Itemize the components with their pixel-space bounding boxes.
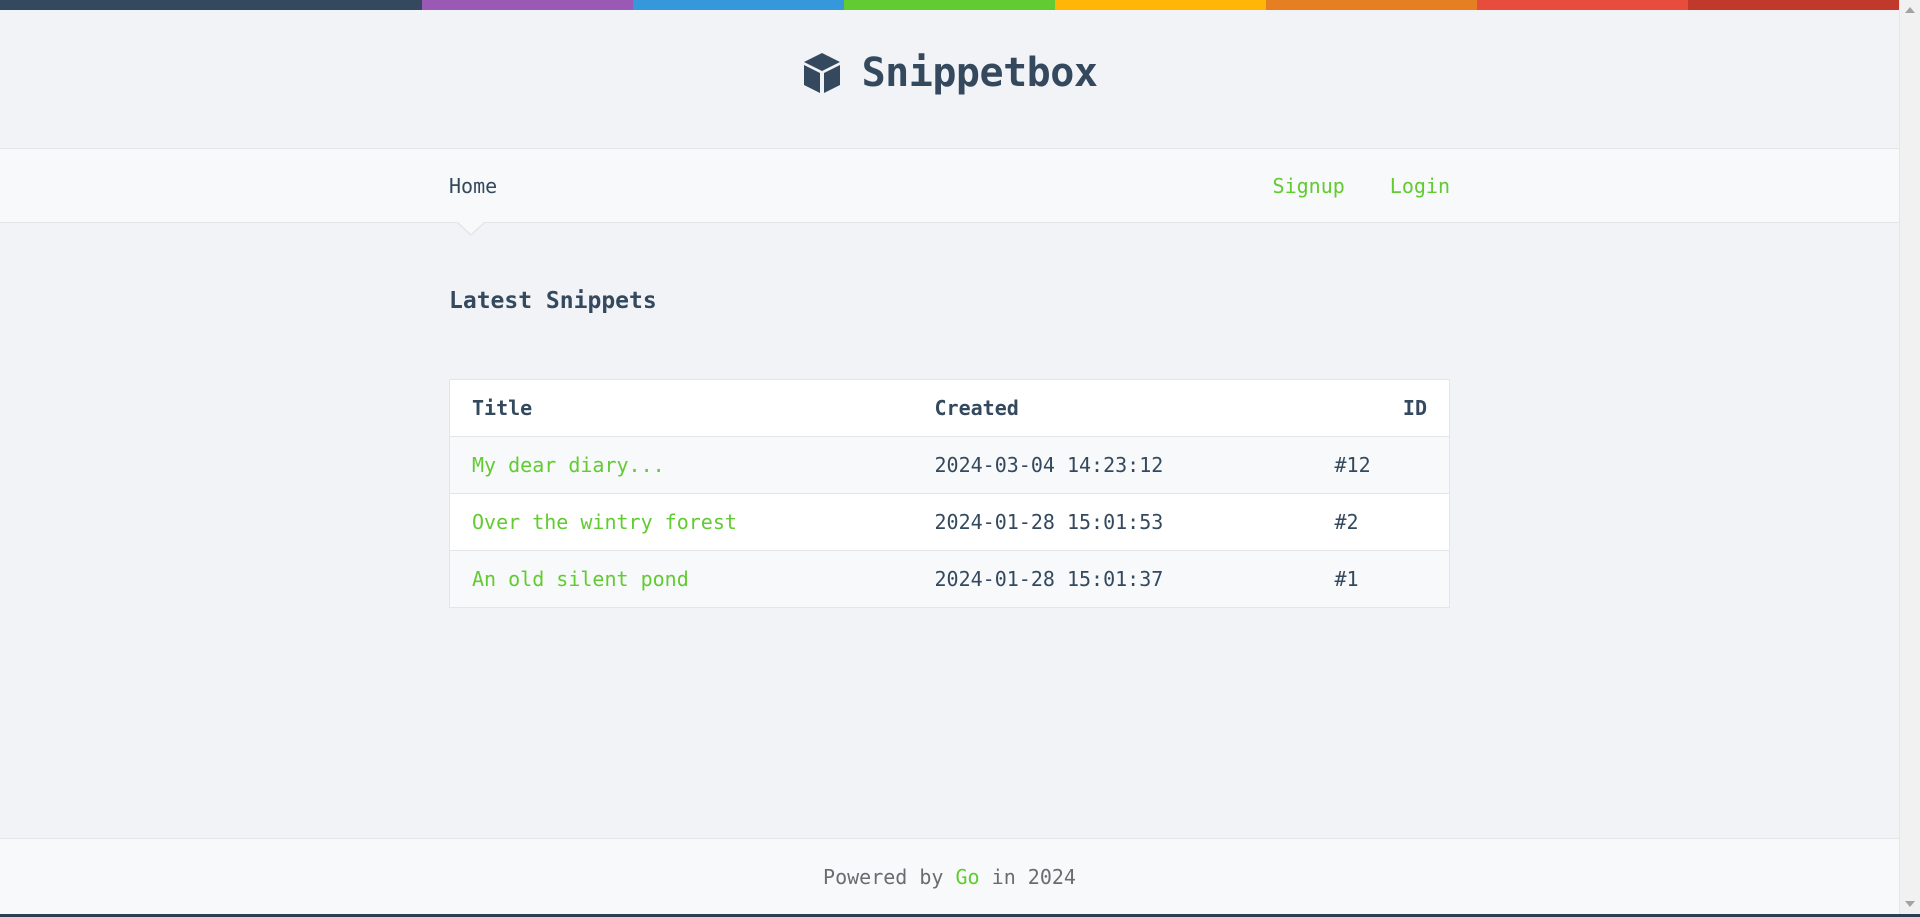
stripe-segment [0, 0, 211, 10]
snippet-title-cell: An old silent pond [449, 550, 913, 608]
site-footer: Powered by Go in 2024 [0, 838, 1899, 914]
snippet-created-cell: 2024-01-28 15:01:37 [912, 550, 1313, 608]
nav-auth-links: Signup Login [1273, 174, 1450, 198]
cube-icon [803, 53, 840, 93]
snippet-created-cell: 2024-01-28 15:01:53 [912, 493, 1313, 551]
snippet-title-cell: My dear diary... [449, 436, 913, 494]
page-title: Latest Snippets [449, 288, 657, 314]
stripe-segment [211, 0, 422, 10]
column-header-created: Created [912, 379, 1313, 437]
brand-link[interactable]: Snippetbox [802, 50, 1098, 96]
page-viewport: Snippetbox Home Signup Login Latest Snip… [0, 0, 1899, 914]
nav-login-link[interactable]: Login [1390, 174, 1450, 198]
table-row: My dear diary... 2024-03-04 14:23:12 #12 [449, 436, 1450, 494]
stripe-segment [1055, 0, 1266, 10]
snippet-created-cell: 2024-03-04 14:23:12 [912, 436, 1313, 494]
snippet-link[interactable]: An old silent pond [472, 567, 689, 591]
nav-home-link[interactable]: Home [449, 174, 497, 198]
main-content: Latest Snippets Title Created ID My dear… [449, 223, 1450, 608]
vertical-scrollbar[interactable] [1899, 0, 1920, 914]
column-header-title: Title [449, 379, 913, 437]
stripe-segment [844, 0, 1055, 10]
footer-suffix: in 2024 [991, 864, 1076, 889]
scroll-up-arrow-icon[interactable] [1905, 7, 1915, 13]
snippet-link[interactable]: My dear diary... [472, 453, 665, 477]
nav-signup-link[interactable]: Signup [1273, 174, 1345, 198]
snippet-id-cell: #12 [1312, 436, 1450, 494]
snippet-id-cell: #1 [1312, 550, 1450, 608]
snippet-title-cell: Over the wintry forest [449, 493, 913, 551]
snippets-table: Title Created ID My dear diary... 2024-0… [449, 379, 1450, 608]
brand-title: Snippetbox [861, 50, 1098, 96]
stripe-segment [633, 0, 844, 10]
snippet-link[interactable]: Over the wintry forest [472, 510, 737, 534]
color-stripe [0, 0, 1899, 10]
stripe-segment [1477, 0, 1688, 10]
nav-inner: Home Signup Login [449, 149, 1450, 222]
table-row: An old silent pond 2024-01-28 15:01:37 #… [449, 550, 1450, 608]
stripe-segment [1266, 0, 1477, 10]
scroll-down-arrow-icon[interactable] [1905, 901, 1915, 907]
stripe-segment [1688, 0, 1899, 10]
main-nav: Home Signup Login [0, 148, 1899, 223]
table-row: Over the wintry forest 2024-01-28 15:01:… [449, 493, 1450, 551]
footer-go-link[interactable]: Go [956, 865, 980, 889]
table-header-row: Title Created ID [449, 379, 1450, 437]
footer-prefix: Powered by [823, 864, 944, 889]
snippet-id-cell: #2 [1312, 493, 1450, 551]
stripe-segment [422, 0, 633, 10]
site-header: Snippetbox [0, 10, 1899, 148]
column-header-id: ID [1312, 379, 1450, 437]
